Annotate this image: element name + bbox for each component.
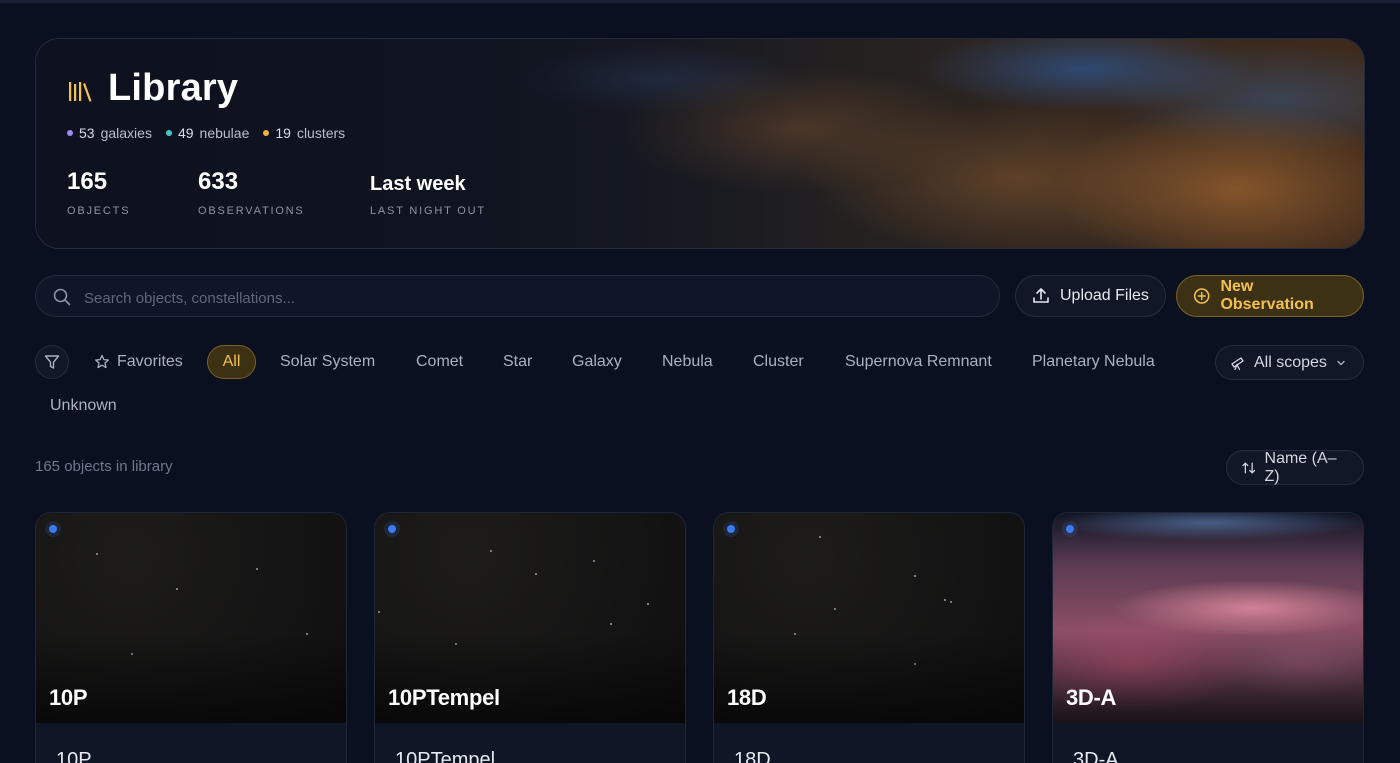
galaxies-dot-icon xyxy=(67,130,73,136)
object-card[interactable]: 10PTempel 10PTempel xyxy=(374,512,686,763)
library-hero-banner: Library 53 galaxies 49 nebulae 19 cluste… xyxy=(35,38,1365,249)
stat-observations: 633 OBSERVATIONS xyxy=(198,168,305,217)
library-books-icon xyxy=(69,82,92,102)
page-title: Library xyxy=(108,67,239,109)
nebulae-dot-icon xyxy=(165,130,172,136)
category-chip-star[interactable]: Star xyxy=(491,345,544,379)
plus-circle-icon xyxy=(1193,288,1210,304)
card-title: 10P xyxy=(49,685,88,710)
category-chip-nebula[interactable]: Nebula xyxy=(650,345,725,379)
nebulae-count: 49 nebulae xyxy=(165,125,249,141)
result-count: 165 objects in library xyxy=(35,458,173,475)
category-chip-comet[interactable]: Comet xyxy=(404,345,475,379)
upload-icon xyxy=(1033,288,1049,303)
favorites-filter-chip[interactable]: Favorites xyxy=(82,345,195,379)
galaxies-count: 53 galaxies xyxy=(67,125,152,141)
search-input[interactable] xyxy=(82,286,966,310)
upload-files-button[interactable]: Upload Files xyxy=(1015,275,1166,317)
card-name: 10PTempel xyxy=(395,749,496,763)
category-chip-unknown[interactable]: Unknown xyxy=(38,389,129,423)
filter-button[interactable] xyxy=(35,345,69,379)
card-name: 10P xyxy=(56,749,92,763)
sort-arrows-icon xyxy=(1242,462,1256,473)
category-chip-all[interactable]: All xyxy=(207,345,256,379)
top-divider xyxy=(0,0,1400,3)
card-title: 3D-A xyxy=(1066,685,1117,710)
card-name: 18D xyxy=(734,749,771,763)
category-chip-galaxy[interactable]: Galaxy xyxy=(560,345,634,379)
category-chip-cluster[interactable]: Cluster xyxy=(741,345,816,379)
card-title: 18D xyxy=(727,685,767,710)
stat-objects: 165 OBJECTS xyxy=(67,168,131,217)
search-bar[interactable] xyxy=(35,275,1000,317)
object-type-counts: 53 galaxies 49 nebulae 19 clusters xyxy=(67,125,345,141)
sort-dropdown[interactable]: Name (A–Z) xyxy=(1226,450,1364,485)
new-observation-button[interactable]: New Observation xyxy=(1176,275,1364,317)
category-chip-planetary-nebula[interactable]: Planetary Nebula xyxy=(1020,345,1167,379)
filter-funnel-icon xyxy=(44,355,60,369)
star-icon xyxy=(95,354,109,369)
status-dot-icon xyxy=(1066,525,1074,533)
object-card[interactable]: 10P 10P xyxy=(35,512,347,763)
category-chip-solar-system[interactable]: Solar System xyxy=(268,345,387,379)
card-title: 10PTempel xyxy=(388,685,500,710)
stat-last-night-out: Last week LAST NIGHT OUT xyxy=(370,173,486,217)
object-card[interactable]: 3D-A 3D-A xyxy=(1052,512,1364,763)
status-dot-icon xyxy=(388,525,396,533)
search-icon xyxy=(53,288,71,306)
clusters-count: 19 clusters xyxy=(263,125,345,141)
chevron-down-icon xyxy=(1337,360,1345,365)
telescope-icon xyxy=(1231,356,1244,370)
category-chip-supernova-remnant[interactable]: Supernova Remnant xyxy=(833,345,1004,379)
scope-dropdown[interactable]: All scopes xyxy=(1215,345,1364,380)
clusters-dot-icon xyxy=(263,130,270,136)
card-name: 3D-A xyxy=(1073,749,1119,763)
status-dot-icon xyxy=(727,525,735,533)
status-dot-icon xyxy=(49,525,57,533)
object-card[interactable]: 18D 18D xyxy=(713,512,1025,763)
